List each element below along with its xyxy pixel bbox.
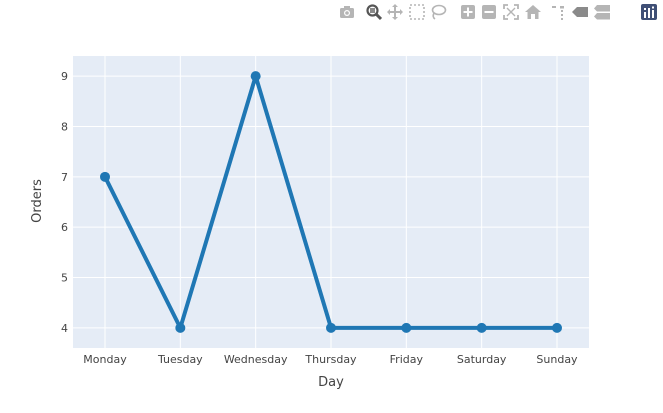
y-tick-label: 6 — [61, 221, 68, 234]
data-point — [175, 322, 186, 333]
y-tick-labels: 4 5 6 7 8 9 — [61, 70, 68, 335]
y-tick-label: 5 — [61, 272, 68, 285]
x-tick-label: Sunday — [536, 353, 578, 366]
x-tick-label: Monday — [83, 353, 127, 366]
y-tick-label: 9 — [61, 70, 68, 83]
x-tick-labels: Monday Tuesday Wednesday Thursday Friday Satu… — [83, 353, 578, 366]
data-point — [250, 71, 261, 82]
y-tick-label: 8 — [61, 120, 68, 133]
x-tick-label: Friday — [390, 353, 424, 366]
x-tick-label: Saturday — [457, 353, 507, 366]
x-tick-label: Thursday — [304, 353, 357, 366]
data-point — [552, 322, 562, 333]
y-tick-label: 4 — [61, 322, 68, 335]
line-chart: Monday Tuesday Wednesday Thursday Friday Satu… — [30, 56, 589, 390]
x-tick-label: Tuesday — [157, 353, 203, 366]
x-tick-label: Wednesday — [224, 353, 288, 366]
x-axis-title: Day — [318, 375, 344, 390]
data-point — [326, 322, 336, 333]
y-tick-label: 7 — [61, 171, 68, 184]
y-axis-title: Orders — [30, 179, 45, 223]
data-point — [476, 322, 487, 333]
data-point — [100, 171, 110, 182]
data-point — [401, 322, 412, 333]
